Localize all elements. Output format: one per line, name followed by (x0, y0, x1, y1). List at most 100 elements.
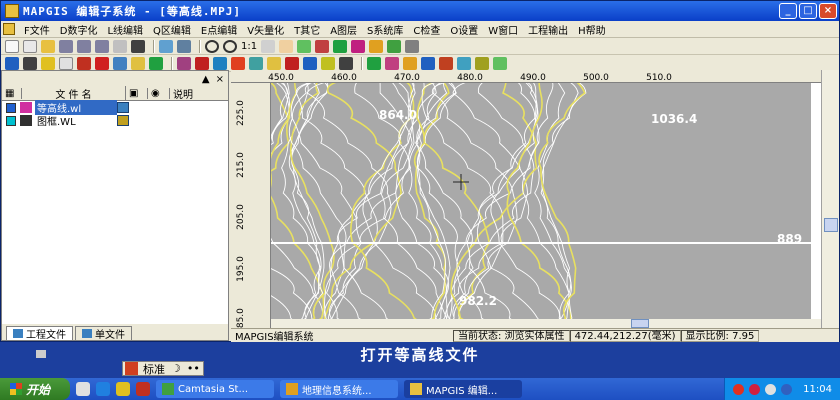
checkbox[interactable] (6, 102, 16, 113)
ie-icon[interactable] (96, 382, 110, 396)
show-desktop-icon[interactable] (76, 382, 90, 396)
line-tool-icon[interactable] (23, 56, 37, 70)
ime-mode[interactable]: 标准 (140, 361, 168, 377)
scroll-thumb[interactable] (824, 218, 838, 232)
smooth-icon[interactable] (321, 56, 335, 70)
new-file-icon[interactable] (5, 39, 19, 53)
break-icon[interactable] (231, 56, 245, 70)
undo-icon[interactable] (113, 39, 127, 53)
menu-help[interactable]: H帮助 (573, 22, 611, 37)
file-row[interactable]: 图框.WL (2, 113, 228, 128)
edit-state-icon[interactable] (117, 102, 129, 113)
document-icon[interactable] (3, 23, 15, 35)
pin-button[interactable]: ▲ (202, 74, 210, 85)
redraw-icon[interactable] (315, 39, 330, 53)
cut-icon[interactable] (95, 56, 109, 70)
area-tool-icon[interactable] (41, 56, 55, 70)
label-icon[interactable] (475, 56, 489, 70)
task-mapgis-edit[interactable]: MAPGIS 编辑... (404, 380, 522, 398)
menu-vectorize[interactable]: V矢量化 (242, 22, 289, 37)
checkbox[interactable] (6, 115, 16, 126)
ime-punct[interactable]: •• (184, 362, 203, 375)
title-bar[interactable]: MAPGIS 编辑子系统 - [等高线.MPJ] _ □ × (1, 1, 839, 21)
topology-icon[interactable] (457, 56, 471, 70)
select-icon[interactable] (351, 39, 366, 53)
folder-icon[interactable] (116, 382, 130, 396)
ime-halfwidth[interactable]: ☽ (168, 362, 184, 375)
ime-logo-icon[interactable] (125, 362, 138, 375)
minimize-button[interactable]: _ (779, 3, 797, 19)
tray-app-icon[interactable] (749, 383, 761, 395)
join-icon[interactable] (249, 56, 263, 70)
map-label[interactable]: 864.0 (379, 108, 417, 122)
arc-tool-icon[interactable] (77, 56, 91, 70)
app-quicklaunch-icon[interactable] (136, 382, 150, 396)
menu-area-edit[interactable]: Q区编辑 (148, 22, 196, 37)
map-canvas[interactable]: 864.0 1036.4 982.2 889 (271, 83, 811, 328)
open-folder-icon[interactable] (41, 39, 55, 53)
pattern-icon[interactable] (421, 56, 435, 70)
menu-check[interactable]: C检查 (408, 22, 445, 37)
help-pointer-icon[interactable] (131, 39, 145, 53)
point-tool-icon[interactable] (5, 56, 19, 70)
col-filename[interactable]: 文 件 名 (22, 86, 126, 101)
menu-other[interactable]: T其它 (289, 22, 325, 37)
scroll-thumb[interactable] (631, 319, 649, 328)
open-state-icon[interactable] (117, 115, 129, 126)
zoom-1-1-button[interactable]: 1:1 (241, 41, 257, 52)
tray-volume-icon[interactable] (781, 383, 793, 395)
col-description[interactable]: 说明 (170, 86, 196, 101)
task-gis-system[interactable]: 地理信息系统... (280, 380, 398, 398)
menu-layer[interactable]: A图层 (325, 22, 362, 37)
menu-settings[interactable]: O设置 (445, 22, 483, 37)
copy-icon[interactable] (113, 56, 127, 70)
tab-single-file[interactable]: 单文件 (75, 326, 132, 341)
ime-toolbar[interactable]: 标准 ☽ •• (122, 361, 204, 376)
zoom-out-icon[interactable] (223, 39, 237, 53)
horizontal-scrollbar[interactable] (271, 319, 821, 328)
menu-window[interactable]: W窗口 (483, 22, 523, 37)
map-view[interactable]: 450.0 460.0 470.0 480.0 490.0 500.0 510.0 225.… (231, 70, 821, 328)
edit-icon[interactable] (387, 39, 402, 53)
restore-view-icon[interactable] (261, 39, 276, 53)
start-button[interactable]: 开始 (0, 378, 70, 400)
tray-recorder-icon[interactable] (733, 383, 745, 395)
map-label[interactable]: 982.2 (459, 294, 497, 308)
layer-icon[interactable] (333, 39, 348, 53)
delete-icon[interactable] (195, 56, 209, 70)
save-icon[interactable] (59, 39, 73, 53)
color-icon[interactable] (403, 56, 417, 70)
trim-icon[interactable] (285, 56, 299, 70)
task-camtasia[interactable]: Camtasia St... (156, 380, 274, 398)
print-icon[interactable] (159, 39, 173, 53)
map-label[interactable]: 889 (777, 232, 802, 246)
zoom-in-icon[interactable] (205, 39, 219, 53)
panel-close-button[interactable]: × (216, 74, 224, 85)
grid-icon[interactable] (405, 39, 420, 53)
extend-icon[interactable] (303, 56, 317, 70)
new-doc-icon[interactable] (23, 39, 37, 53)
save-as-icon[interactable] (95, 39, 109, 53)
map-label[interactable]: 1036.4 (651, 112, 697, 126)
settings-icon[interactable] (369, 39, 384, 53)
paste-icon[interactable] (131, 56, 145, 70)
maximize-button[interactable]: □ (799, 3, 817, 19)
node-icon[interactable] (213, 56, 227, 70)
vectorize-icon[interactable] (339, 56, 353, 70)
attribute-icon[interactable] (493, 56, 507, 70)
move-icon[interactable] (149, 56, 163, 70)
printer-icon[interactable] (177, 39, 191, 53)
menu-file[interactable]: F文件 (19, 22, 55, 37)
menu-line-edit[interactable]: L线编辑 (102, 22, 148, 37)
vertical-scrollbar[interactable] (821, 70, 839, 328)
text-tool-icon[interactable] (59, 56, 73, 70)
tab-project-files[interactable]: 工程文件 (6, 326, 73, 341)
pan-hand-icon[interactable] (279, 39, 294, 53)
tray-network-icon[interactable] (765, 383, 777, 395)
menu-point-edit[interactable]: E点编辑 (196, 22, 242, 37)
menu-system-lib[interactable]: S系统库 (362, 22, 408, 37)
close-button[interactable]: × (819, 3, 837, 19)
pen-icon[interactable] (177, 56, 191, 70)
file-name[interactable]: 图框.WL (35, 113, 117, 128)
menu-output[interactable]: 工程输出 (523, 22, 573, 37)
